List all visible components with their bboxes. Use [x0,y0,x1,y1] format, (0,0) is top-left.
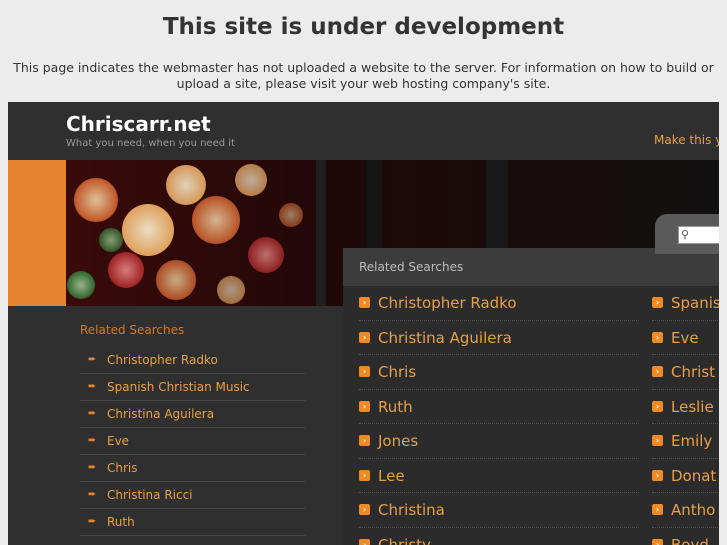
site-title[interactable]: Chriscarr.net [66,112,211,136]
make-homepage-link[interactable]: Make this yo [654,133,719,147]
related-link[interactable]: › Leslie [652,390,719,424]
dev-title: This site is under development [162,14,565,40]
related-link-label: Ruth [378,397,413,416]
related-link[interactable]: › Christina [359,493,639,528]
search-icon[interactable]: ⚲ [681,228,689,241]
related-link-label: Donat [671,466,717,485]
sidebar-item[interactable]: ➨ Christina Aguilera [80,401,305,428]
sidebar-item-label: Christina Aguilera [107,407,215,421]
site-tagline: What you need, when you need it [66,138,235,149]
related-searches-heading: Related Searches [359,260,464,274]
related-link[interactable]: › Donat [652,459,719,493]
related-list-left: › Christopher Radko › Christina Aguilera ›… [359,286,639,545]
related-link-label: Spanis [671,294,719,312]
related-link-label: Christina [378,501,445,519]
search-input[interactable]: ⚲ [678,226,719,244]
related-link-label: Lee [378,466,405,485]
dev-message: This page indicates the webmaster has no… [13,60,714,91]
related-link-label: Leslie [671,397,714,416]
arrow-icon: › [359,366,370,377]
arrow-icon: › [652,469,663,481]
sidebar-item[interactable]: ➨ Christina Ricci [80,482,305,509]
sidebar-item[interactable]: ➨ Spanish Christian Music [80,374,305,401]
related-link[interactable]: › Christ [652,355,719,390]
sidebar-item-label: Christina Ricci [107,488,193,502]
related-link[interactable]: › Boyd [652,528,719,545]
bullet-icon: ➨ [88,381,97,392]
sidebar-item-label: Eve [107,434,130,448]
bullet-icon: ➨ [88,435,97,446]
bullet-icon: ➨ [88,354,97,365]
related-link-label: Christina Aguilera [378,328,512,347]
related-link[interactable]: › Emily [652,424,719,459]
arrow-icon: › [652,400,663,412]
arrow-icon: › [652,297,663,308]
site-header: Chriscarr.net What you need, when you ne… [8,102,719,160]
bullet-icon: ➨ [88,516,97,527]
sidebar-heading: Related Searches [80,323,185,337]
sidebar-list: ➨ Christopher Radko ➨ Spanish Christian Mu… [80,347,305,536]
sidebar-item-label: Ruth [107,515,135,529]
related-link[interactable]: › Chris [359,355,639,390]
arrow-icon: › [652,435,663,446]
related-link[interactable]: › Eve [652,321,719,355]
arrow-icon: › [652,538,663,545]
sidebar-item-label: Spanish Christian Music [107,380,250,394]
bullet-icon: ➨ [88,462,97,473]
sidebar-item-label: Chris [107,461,138,475]
related-list-right: › Spanis › Eve › Christ › Leslie › Emily › Don… [652,286,719,545]
related-link-label: Emily [671,432,713,450]
related-link[interactable]: › Christina Aguilera [359,321,639,355]
sidebar-item[interactable]: ➨ Eve [80,428,305,455]
related-link-label: Christopher Radko [378,294,517,312]
sidebar-item[interactable]: ➨ Christopher Radko [80,347,305,374]
related-link[interactable]: › Lee [359,459,639,493]
sidebar-item[interactable]: ➨ Ruth [80,509,305,536]
arrow-icon: › [359,435,370,446]
site-frame: Chriscarr.net What you need, when you ne… [8,102,719,545]
arrow-icon: › [652,366,663,377]
related-link[interactable]: › Antho [652,493,719,528]
bullet-icon: ➨ [88,408,97,419]
related-link-label: Boyd [671,535,709,545]
related-link-label: Jones [378,432,419,450]
related-link[interactable]: › Christy [359,528,639,545]
arrow-icon: › [652,331,663,343]
arrow-icon: › [359,504,370,515]
orange-strip [8,160,66,306]
arrow-icon: › [359,331,370,343]
sidebar-item[interactable]: ➨ Chris [80,455,305,482]
related-link-label: Chris [378,363,417,381]
arrow-icon: › [359,469,370,481]
related-link[interactable]: › Jones [359,424,639,459]
arrow-icon: › [359,297,370,308]
related-link-label: Antho [671,501,716,519]
arrow-icon: › [652,504,663,515]
arrow-icon: › [359,538,370,545]
related-link[interactable]: › Ruth [359,390,639,424]
related-link[interactable]: › Christopher Radko [359,286,639,321]
sidebar-item-label: Christopher Radko [107,353,218,367]
arrow-icon: › [359,400,370,412]
related-searches-panel: Related Searches › Christopher Radko › Chr… [343,248,719,545]
related-link-label: Christ [671,363,716,381]
related-link-label: Eve [671,328,699,347]
related-link[interactable]: › Spanis [652,286,719,321]
bullet-icon: ➨ [88,489,97,500]
related-link-label: Christy [378,535,431,545]
